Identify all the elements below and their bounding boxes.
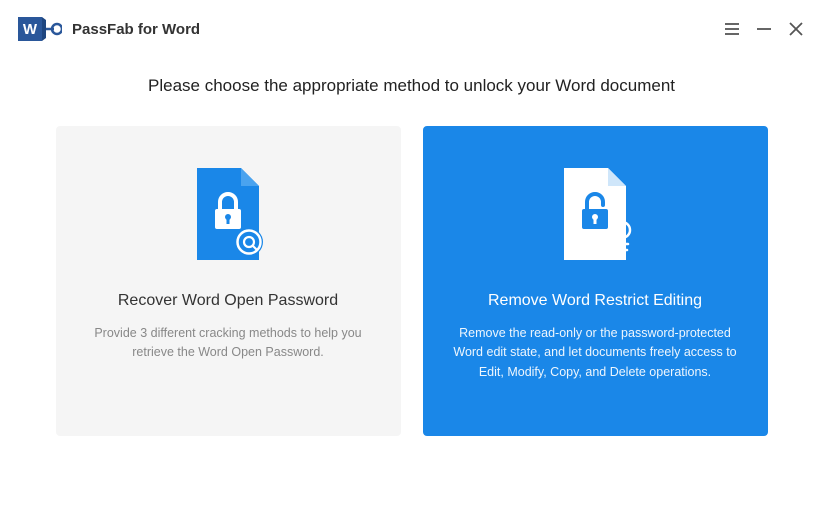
svg-text:W: W [23, 21, 38, 38]
app-title: PassFab for Word [72, 21, 200, 38]
card-recover-password[interactable]: Recover Word Open Password Provide 3 dif… [56, 126, 401, 436]
minimize-icon[interactable] [755, 20, 773, 38]
app-window: W PassFab for Word [0, 0, 823, 512]
card-remove-restrict[interactable]: Remove Word Restrict Editing Remove the … [423, 126, 768, 436]
titlebar-left: W PassFab for Word [18, 15, 200, 43]
app-logo-icon: W [18, 15, 62, 43]
close-icon[interactable] [787, 20, 805, 38]
cards-container: Recover Word Open Password Provide 3 dif… [0, 126, 823, 436]
page-heading: Please choose the appropriate method to … [0, 76, 823, 96]
menu-icon[interactable] [723, 20, 741, 38]
recover-password-icon [183, 164, 273, 264]
card-recover-desc: Provide 3 different cracking methods to … [82, 324, 375, 363]
card-remove-desc: Remove the read-only or the password-pro… [449, 324, 742, 382]
window-controls [723, 20, 805, 38]
remove-restrict-icon [550, 164, 640, 264]
card-recover-title: Recover Word Open Password [118, 292, 338, 310]
titlebar: W PassFab for Word [0, 0, 823, 56]
card-remove-title: Remove Word Restrict Editing [488, 292, 702, 310]
